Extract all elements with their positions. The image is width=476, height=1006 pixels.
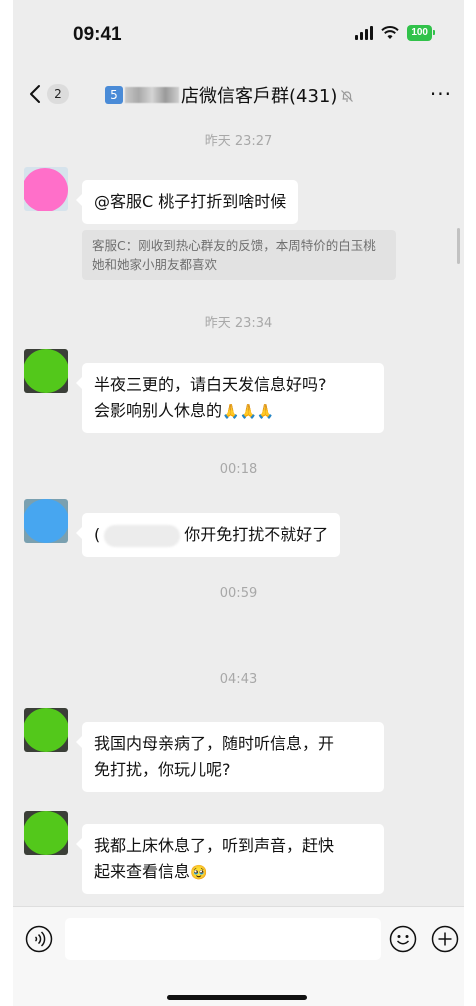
input-bar <box>13 906 464 1006</box>
message-bubble[interactable]: @客服C 桃子打折到啥时候 <box>75 180 299 224</box>
home-indicator[interactable] <box>167 995 307 1000</box>
back-button[interactable]: 2 <box>25 82 69 106</box>
avatar[interactable] <box>24 499 68 543</box>
chat-screen: 09:41 100 2 5 店微信客戶群(431) ··· 昨天 23:27 @… <box>13 0 464 1006</box>
message-text-line: 起来查看信息🥹 <box>94 859 372 885</box>
message-text-line: 我国内母亲病了，随时听信息，开 <box>94 734 335 753</box>
message-input[interactable] <box>65 918 381 960</box>
avatar[interactable] <box>24 811 68 855</box>
avatar[interactable] <box>24 708 68 752</box>
title-redacted <box>125 87 179 103</box>
message-text-line: 免打扰，你玩儿呢? <box>94 760 231 779</box>
message-text-line: 半夜三更的，请白天发信息好吗? <box>94 375 327 394</box>
message-bubble[interactable]: 我都上床休息了，听到声音，赶快 起来查看信息🥹 <box>76 824 384 894</box>
more-icon[interactable]: ··· <box>430 82 452 106</box>
title-number-icon: 5 <box>105 86 123 104</box>
voice-icon[interactable] <box>25 925 53 953</box>
message-text-line: 会影响别人休息的🙏🙏🙏 <box>94 398 372 424</box>
add-icon[interactable] <box>431 925 459 953</box>
message-text: 会影响别人休息的 <box>94 401 223 420</box>
nav-bar: 2 5 店微信客戶群(431) ··· <box>13 72 464 116</box>
status-icons: 100 <box>355 25 435 41</box>
signal-icon <box>355 26 374 40</box>
mention-prefix: ( <box>94 525 101 544</box>
avatar[interactable] <box>24 167 68 211</box>
timestamp: 00:59 <box>219 586 258 601</box>
unread-count-badge: 2 <box>47 84 69 104</box>
mention-redacted <box>104 524 181 547</box>
message-text: 起来查看信息 <box>94 862 191 881</box>
back-chevron-icon <box>30 85 40 103</box>
quoted-message[interactable]: 客服C：刚收到热心群友的反馈，本周特价的白玉桃她和她家小朋友都喜欢 <box>82 230 396 280</box>
mute-bell-icon <box>341 90 354 102</box>
status-time: 09:41 <box>73 24 122 45</box>
message-text: 你开免打扰不就好了 <box>184 525 329 544</box>
title-text: 店微信客戶群(431) <box>181 86 338 107</box>
timestamp: 00:18 <box>219 462 258 477</box>
smile-emoji: 🥹 <box>190 865 208 881</box>
folded-hands-emoji: 🙏🙏🙏 <box>222 404 275 420</box>
timestamp: 04:43 <box>219 672 258 687</box>
scrollbar[interactable] <box>457 228 460 264</box>
message-text-line: 我都上床休息了，听到声音，赶快 <box>94 836 335 855</box>
timestamp: 昨天 23:34 <box>204 316 273 331</box>
message-bubble[interactable]: 我国内母亲病了，随时听信息，开 免打扰，你玩儿呢? <box>76 722 384 792</box>
message-bubble[interactable]: 半夜三更的，请白天发信息好吗? 会影响别人休息的🙏🙏🙏 <box>76 363 384 433</box>
avatar[interactable] <box>24 349 68 393</box>
chat-title: 5 店微信客戶群(431) <box>105 82 354 108</box>
emoji-icon[interactable] <box>389 925 417 953</box>
battery-indicator: 100 <box>407 25 435 41</box>
timestamp: 昨天 23:27 <box>204 134 273 149</box>
message-bubble[interactable]: ( 你开免打扰不就好了 <box>75 513 341 557</box>
wifi-icon <box>381 26 400 39</box>
